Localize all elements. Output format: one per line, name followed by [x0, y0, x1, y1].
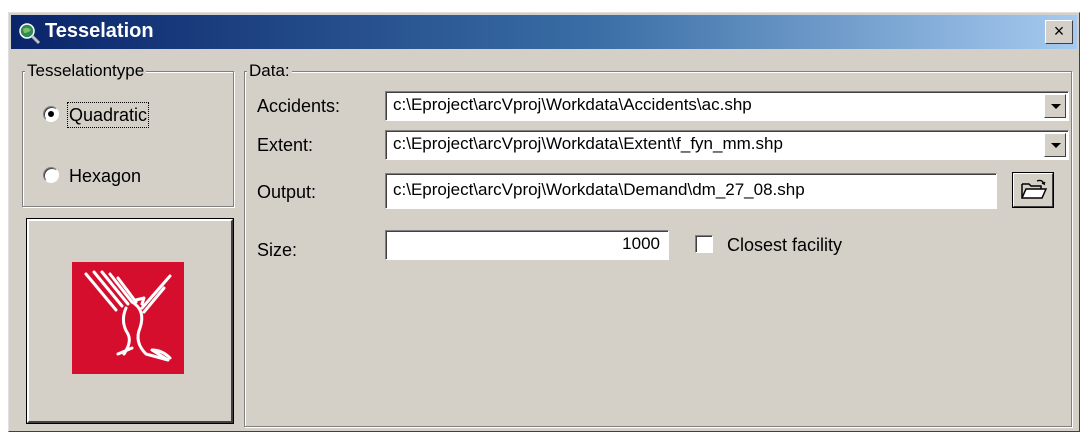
logo-button[interactable]	[26, 218, 234, 424]
accidents-select[interactable]: c:\Eproject\arcVproj\Workdata\Accidents\…	[385, 91, 1069, 121]
size-label: Size:	[257, 240, 298, 260]
chevron-down-icon[interactable]	[1044, 133, 1066, 157]
extent-label: Extent:	[257, 135, 314, 155]
accidents-value: c:\Eproject\arcVproj\Workdata\Accidents\…	[393, 95, 752, 114]
browse-button[interactable]	[1012, 172, 1054, 208]
open-folder-icon	[1021, 179, 1048, 199]
output-label: Output:	[257, 182, 317, 202]
eagle-logo	[72, 262, 184, 374]
close-button[interactable]: ×	[1045, 20, 1073, 44]
window-title: Tesselation	[45, 20, 154, 42]
radio-label-quadratic[interactable]: Quadratic	[66, 102, 150, 128]
tesselation-dialog: Tesselation × Tesselationtype Quadratic …	[8, 12, 1080, 432]
accidents-label: Accidents:	[257, 96, 341, 116]
radio-label-hexagon[interactable]: Hexagon	[69, 165, 141, 187]
tesselation-type-legend: Tesselationtype	[25, 61, 147, 81]
radio-button-quadratic[interactable]	[43, 106, 59, 122]
extent-select[interactable]: c:\Eproject\arcVproj\Workdata\Extent\f_f…	[385, 130, 1069, 160]
radio-selected-dot	[48, 111, 54, 117]
tesselation-type-group: Tesselationtype Quadratic Hexagon	[22, 61, 234, 207]
data-legend: Data:	[247, 61, 292, 81]
chevron-down-icon[interactable]	[1044, 94, 1066, 118]
globe-magnifier-icon	[19, 23, 41, 45]
size-input[interactable]: 1000	[385, 230, 669, 260]
output-field[interactable]: c:\Eproject\arcVproj\Workdata\Demand\dm_…	[385, 173, 997, 209]
size-value: 1000	[622, 234, 660, 253]
output-value: c:\Eproject\arcVproj\Workdata\Demand\dm_…	[393, 180, 805, 199]
radio-button-hexagon[interactable]	[43, 167, 59, 183]
closest-facility-checkbox[interactable]	[695, 235, 713, 253]
extent-value: c:\Eproject\arcVproj\Workdata\Extent\f_f…	[393, 134, 783, 153]
closest-facility-label[interactable]: Closest facility	[727, 234, 842, 256]
title-bar[interactable]: Tesselation ×	[11, 15, 1077, 49]
